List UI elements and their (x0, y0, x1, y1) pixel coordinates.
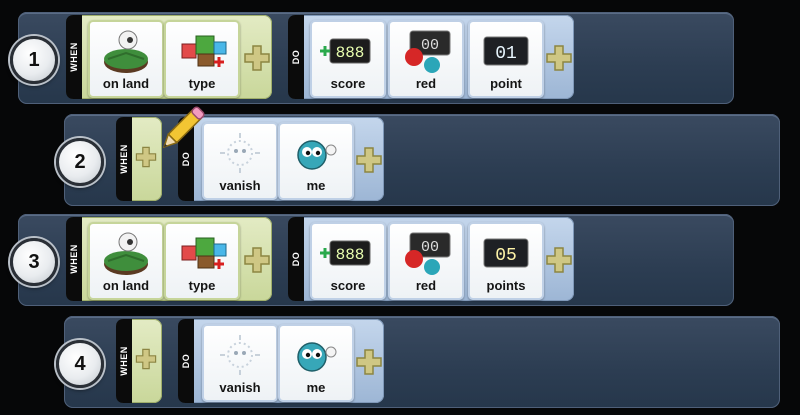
tile-type-3[interactable]: type (164, 222, 240, 300)
svg-text:05: 05 (495, 246, 517, 266)
tile-label: vanish (219, 380, 261, 395)
me-icon (297, 342, 337, 372)
tile-red-3[interactable]: 00 red (388, 222, 464, 300)
tile-label: me (306, 178, 326, 193)
rule-number-2: 2 (56, 138, 104, 186)
tile-label: red (415, 278, 437, 293)
red-score-icon: 00 (405, 232, 451, 275)
vanish-icon (220, 335, 260, 375)
tile-me-2[interactable]: me (278, 122, 354, 200)
tile-label: point (490, 76, 522, 91)
tile-label: points (486, 278, 526, 293)
svg-text:888: 888 (336, 44, 365, 62)
tile-me-4[interactable]: me (278, 324, 354, 402)
point-counter-icon: 01 (483, 36, 529, 66)
tile-on-land-3[interactable]: on land (88, 222, 164, 300)
on-land-icon (104, 232, 148, 275)
add-do-plus-icon[interactable] (544, 43, 574, 73)
tile-score-3[interactable]: 888 score (310, 222, 386, 300)
rule-row-4[interactable] (64, 316, 780, 408)
when-label-strip-2: WHEN (116, 117, 132, 201)
when-label-strip-1: WHEN (66, 15, 82, 99)
vanish-icon (220, 133, 260, 173)
tile-label: on land (102, 76, 150, 91)
do-panel-1[interactable]: DO 888 score 00 red 01 point (288, 15, 574, 99)
svg-text:00: 00 (421, 37, 439, 54)
when-panel-4[interactable]: WHEN (116, 319, 162, 403)
when-label-strip-3: WHEN (66, 217, 82, 301)
tile-point-1[interactable]: 01 point (468, 20, 544, 98)
tile-label: score (330, 278, 366, 293)
when-label-strip-4: WHEN (116, 319, 132, 403)
do-label-strip-1: DO (288, 15, 304, 99)
points-counter-icon: 05 (483, 238, 529, 268)
tile-label: vanish (219, 178, 261, 193)
add-when-plus-icon[interactable] (242, 245, 272, 275)
do-panel-4[interactable]: DO vanish me (178, 319, 384, 403)
tile-label: on land (102, 278, 150, 293)
tile-label: score (330, 76, 366, 91)
tile-on-land-1[interactable]: on land (88, 20, 164, 98)
svg-text:01: 01 (495, 44, 517, 64)
add-do-plus-icon[interactable] (544, 245, 574, 275)
tile-score-1[interactable]: 888 score (310, 20, 386, 98)
svg-text:888: 888 (336, 246, 365, 264)
red-score-icon: 00 (405, 30, 451, 73)
pencil-cursor-icon[interactable] (154, 102, 208, 158)
score-icon: 888 (320, 240, 371, 266)
rule-number-4: 4 (56, 340, 104, 388)
tile-label: type (188, 278, 216, 293)
add-when-plus-icon[interactable] (134, 347, 158, 371)
tile-label: me (306, 380, 326, 395)
type-icon (181, 35, 227, 67)
tile-red-1[interactable]: 00 red (388, 20, 464, 98)
add-do-plus-icon[interactable] (354, 145, 384, 175)
when-panel-1[interactable]: WHEN on land type (66, 15, 272, 99)
do-label-strip-4: DO (178, 319, 194, 403)
add-when-plus-icon[interactable] (242, 43, 272, 73)
on-land-icon (104, 30, 148, 73)
do-label-strip-3: DO (288, 217, 304, 301)
tile-vanish-4[interactable]: vanish (202, 324, 278, 402)
rule-number-1: 1 (10, 36, 58, 84)
tile-type-1[interactable]: type (164, 20, 240, 98)
type-icon (181, 237, 227, 269)
tile-label: type (188, 76, 216, 91)
tile-vanish-2[interactable]: vanish (202, 122, 278, 200)
tile-label: red (415, 76, 437, 91)
me-icon (297, 140, 337, 170)
when-panel-3[interactable]: WHEN on land type (66, 217, 272, 301)
rule-number-3: 3 (10, 238, 58, 286)
do-panel-2[interactable]: DO vanish me (178, 117, 384, 201)
add-do-plus-icon[interactable] (354, 347, 384, 377)
tile-points-3[interactable]: 05 points (468, 222, 544, 300)
score-icon: 888 (320, 38, 371, 64)
svg-text:00: 00 (421, 239, 439, 256)
do-panel-3[interactable]: DO 888 score 00 red 05 points (288, 217, 574, 301)
